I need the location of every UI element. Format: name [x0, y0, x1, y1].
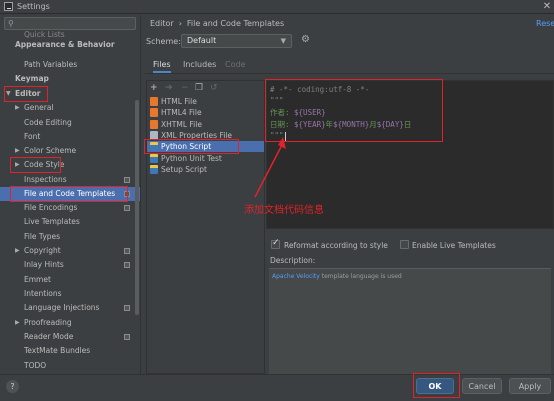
sidebar-item-todo[interactable]: TODO	[0, 359, 140, 373]
sidebar-item-general[interactable]: ▶ General	[0, 101, 140, 115]
annotation-text: 添加文档代码信息	[244, 205, 324, 216]
annotation-box-python-script	[144, 139, 239, 154]
template-item-html4-file[interactable]: HTML4 File	[147, 107, 264, 118]
reformat-label: Reformat according to style	[284, 241, 388, 250]
tab-includes[interactable]: Includes	[183, 59, 216, 73]
sidebar-item-code-editing[interactable]: Code Editing	[0, 116, 140, 130]
title-bar: Settings ✕	[0, 0, 554, 14]
html-file-icon	[150, 97, 158, 106]
help-button[interactable]: ?	[6, 380, 19, 393]
annotation-box-editor	[4, 86, 48, 102]
live-templates-label: Enable Live Templates	[412, 241, 496, 250]
project-scope-icon	[124, 334, 130, 340]
breadcrumb: Editor › File and Code Templates	[150, 19, 284, 28]
breadcrumb-root: Editor	[150, 19, 174, 28]
template-item-html-file[interactable]: HTML File	[147, 96, 264, 107]
chevron-right-icon: ▶	[15, 247, 20, 254]
sidebar-item-intentions[interactable]: Intentions	[0, 287, 140, 301]
template-item-xhtml-file[interactable]: XHTML File	[147, 119, 264, 130]
scheme-select[interactable]: Default ▼	[181, 34, 292, 48]
project-scope-icon	[124, 305, 130, 311]
reset-link[interactable]: Rese	[536, 19, 554, 28]
python-file-icon	[150, 154, 158, 163]
chevron-right-icon: ▶	[15, 104, 20, 111]
create-child-icon[interactable]: ➔	[165, 82, 173, 94]
project-scope-icon	[124, 248, 130, 254]
breadcrumb-page: File and Code Templates	[186, 19, 285, 28]
sidebar-item-path-variables[interactable]: Path Variables	[0, 58, 140, 72]
apply-button[interactable]: Apply	[509, 378, 551, 394]
velocity-link[interactable]: Apache Velocity	[272, 273, 320, 280]
tabs-divider	[145, 73, 554, 74]
html-file-icon	[150, 108, 158, 117]
sidebar-item-textmate-bundles[interactable]: TextMate Bundles	[0, 344, 140, 358]
sidebar-item-copyright[interactable]: ▶ Copyright	[0, 244, 140, 258]
python-file-icon	[150, 165, 158, 174]
annotation-arrow	[254, 137, 286, 198]
sidebar-item-keymap[interactable]: Keymap	[0, 72, 140, 86]
template-item-setup-script[interactable]: Setup Script	[147, 164, 264, 175]
sidebar-item-reader-mode[interactable]: Reader Mode	[0, 330, 140, 344]
annotation-box-code	[265, 79, 443, 142]
sidebar-item-file-types[interactable]: File Types	[0, 230, 140, 244]
reformat-checkbox[interactable]	[271, 238, 280, 249]
sidebar-item-color-scheme[interactable]: ▶ Color Scheme	[0, 144, 140, 158]
sidebar-item-proofreading[interactable]: ▶ Proofreading	[0, 316, 140, 330]
remove-icon[interactable]: −	[181, 82, 189, 94]
sidebar-item-language-injections[interactable]: Language Injections	[0, 301, 140, 315]
project-scope-icon	[124, 262, 130, 268]
annotation-box-file-templates	[10, 186, 128, 202]
sidebar-item-file-encodings[interactable]: File Encodings	[0, 201, 140, 215]
project-scope-icon	[124, 205, 130, 211]
reset-icon[interactable]: ↺	[210, 82, 218, 94]
gear-icon[interactable]: ⚙	[301, 34, 310, 45]
close-icon[interactable]: ✕	[540, 0, 554, 14]
sidebar-item-emmet[interactable]: Emmet	[0, 273, 140, 287]
window-title: Settings	[17, 2, 50, 11]
copy-icon[interactable]: ❐	[195, 82, 203, 94]
description-panel	[269, 269, 551, 374]
breadcrumb-separator: ›	[178, 19, 182, 28]
tab-code[interactable]: Code	[225, 59, 245, 73]
template-item-python-unit-test[interactable]: Python Unit Test	[147, 153, 264, 164]
tab-files[interactable]: Files	[153, 59, 171, 73]
sidebar-item-font[interactable]: Font	[0, 130, 140, 144]
sidebar-section-appearance[interactable]: Appearance & Behavior	[0, 38, 140, 52]
scheme-label: Scheme:	[146, 37, 181, 46]
cancel-button[interactable]: Cancel	[462, 378, 502, 394]
project-scope-icon	[124, 177, 130, 183]
live-templates-checkbox[interactable]	[400, 240, 409, 249]
sidebar-scrollbar[interactable]	[135, 100, 139, 315]
sidebar-item-inlay-hints[interactable]: Inlay Hints	[0, 258, 140, 272]
sidebar-item-live-templates[interactable]: Live Templates	[0, 215, 140, 229]
scheme-value: Default	[187, 36, 217, 45]
add-icon[interactable]: +	[150, 82, 158, 94]
annotation-box-ok	[413, 373, 460, 398]
annotation-box-code-style	[10, 157, 61, 173]
chevron-right-icon: ▶	[15, 147, 20, 154]
sidebar-item-inspections[interactable]: Inspections	[0, 173, 140, 187]
description-text: Apache Velocity template language is use…	[272, 273, 402, 280]
magnifier-icon: ⚲	[8, 19, 14, 28]
html-file-icon	[150, 120, 158, 129]
description-label: Description:	[270, 256, 316, 265]
chevron-down-icon: ▼	[280, 37, 286, 45]
chevron-right-icon: ▶	[15, 319, 20, 326]
app-icon	[4, 2, 13, 11]
